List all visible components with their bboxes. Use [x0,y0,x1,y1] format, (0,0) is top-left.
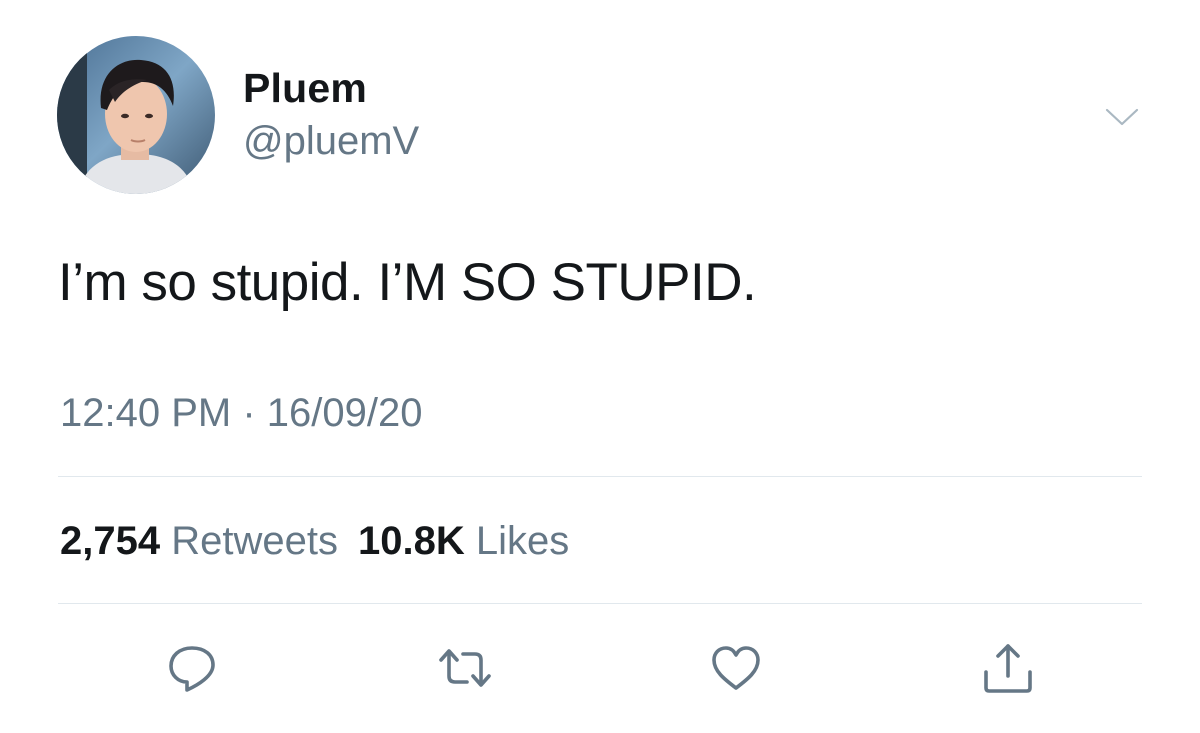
likes-label: Likes [475,519,570,563]
user-handle[interactable]: @pluemV [243,117,419,165]
retweets-stat[interactable]: 2,754 Retweets [60,519,338,563]
likes-stat[interactable]: 10.8K Likes [358,519,569,563]
divider [58,603,1142,604]
timestamp-separator: · [242,391,256,435]
retweets-count: 2,754 [60,519,161,563]
tweet-stats: 2,754 Retweets 10.8K Likes [60,517,569,565]
tweet-date: 16/09/20 [266,391,423,435]
reply-icon[interactable] [162,638,222,698]
tweet-timestamp[interactable]: 12:40 PM · 16/09/20 [60,389,423,437]
tweet-text: I’m so stupid. I’M SO STUPID. [58,253,757,312]
divider [58,476,1142,477]
avatar-image [57,36,215,194]
share-icon[interactable] [978,638,1038,698]
avatar[interactable] [57,36,215,194]
heart-icon[interactable] [706,638,766,698]
display-name[interactable]: Pluem [243,64,367,112]
likes-count: 10.8K [357,519,465,563]
chevron-down-icon[interactable] [1102,102,1142,132]
retweet-icon[interactable] [435,638,495,698]
retweets-label: Retweets [171,519,338,563]
tweet-time: 12:40 PM [60,391,232,435]
